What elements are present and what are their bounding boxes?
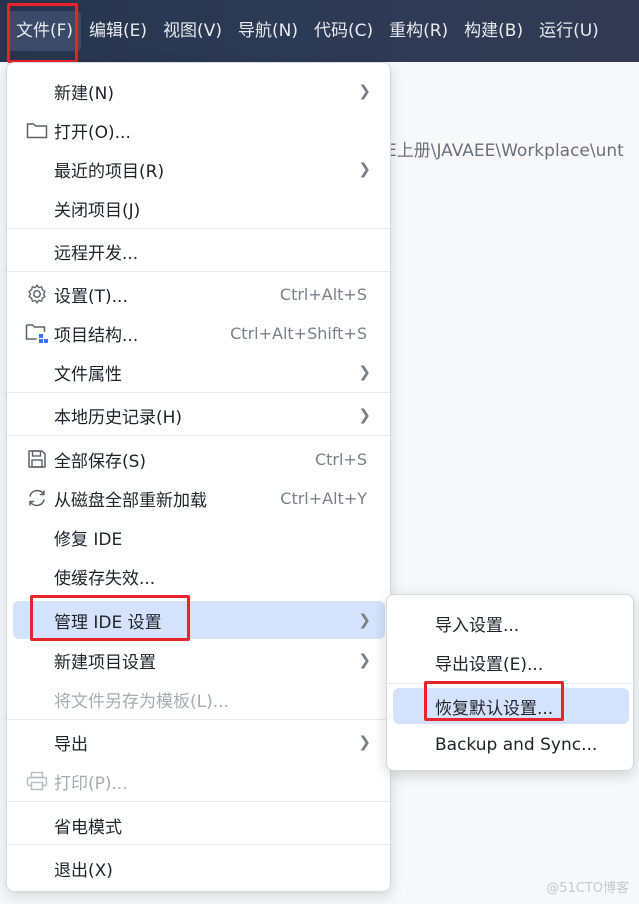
chevron-right-icon: ❯ [358, 406, 371, 424]
submenu-item-export-settings[interactable]: 导出设置(E)... [393, 644, 629, 680]
shortcut-label: Ctrl+Alt+Y [280, 488, 367, 508]
shortcut-label: Ctrl+Alt+S [279, 284, 367, 304]
menu-item-label: 本地历史记录(H) [54, 407, 183, 428]
chevron-right-icon: ❯ [358, 160, 371, 178]
menu-item-label: 新建(N) [54, 83, 114, 104]
chevron-right-icon: ❯ [358, 363, 371, 381]
menu-item-label: 使缓存失效... [54, 568, 156, 589]
menu-file[interactable]: 文件(F) [8, 11, 82, 51]
menu-item-close-project[interactable]: 关闭项目(J) [13, 190, 385, 226]
menu-separator [7, 392, 390, 393]
menu-item-label: 省电模式 [54, 817, 122, 838]
menu-item-project-structure[interactable]: 项目结构... Ctrl+Alt+Shift+S [13, 315, 385, 351]
menu-separator [7, 271, 390, 272]
menu-item-label: 将文件另存为模板(L)... [54, 691, 229, 712]
menu-separator [7, 844, 390, 845]
menu-item-label: 关闭项目(J) [54, 200, 141, 221]
menu-item-label: 远程开发... [54, 243, 139, 264]
main-menubar: 文件(F) 编辑(E) 视图(V) 导航(N) 代码(C) 重构(R) 构建(B… [0, 0, 639, 62]
save-icon [25, 447, 49, 471]
menu-item-new[interactable]: 新建(N) ❯ [13, 73, 385, 109]
submenu-item-import-settings[interactable]: 导入设置... [393, 605, 629, 641]
menu-item-file-properties[interactable]: 文件属性 ❯ [13, 354, 385, 390]
submenu-item-label: 导出设置(E)... [435, 654, 544, 675]
file-dropdown-menu: 新建(N) ❯ 打开(O)... 最近的项目(R) ❯ 关闭项目(J) 远程开发… [6, 62, 391, 892]
menu-item-save-all[interactable]: 全部保存(S) Ctrl+S [13, 441, 385, 477]
menu-separator [7, 719, 390, 720]
menu-item-label: 设置(T)... [54, 286, 128, 307]
submenu-item-restore-default-settings[interactable]: 恢复默认设置... [393, 688, 629, 724]
menu-item-manage-ide-settings[interactable]: 管理 IDE 设置 ❯ [13, 601, 385, 639]
menu-build[interactable]: 构建(B) [456, 11, 531, 51]
menu-item-settings[interactable]: 设置(T)... Ctrl+Alt+S [13, 276, 385, 312]
menu-item-remote-development[interactable]: 远程开发... [13, 233, 385, 269]
gear-icon [25, 282, 49, 306]
menu-item-save-as-template: 将文件另存为模板(L)... [13, 681, 385, 717]
menu-item-label: 全部保存(S) [54, 451, 147, 472]
submenu-item-label: 恢复默认设置... [435, 698, 554, 719]
menu-separator [387, 683, 633, 684]
submenu-item-backup-and-sync[interactable]: Backup and Sync... [393, 727, 629, 763]
menu-item-label: 打印(P)... [54, 773, 128, 794]
manage-ide-submenu: 导入设置... 导出设置(E)... 恢复默认设置... Backup and … [386, 594, 634, 771]
menu-item-export[interactable]: 导出 ❯ [13, 724, 385, 760]
shortcut-label: Ctrl+Alt+Shift+S [230, 323, 367, 343]
menu-item-label: 打开(O)... [54, 122, 131, 143]
menu-item-label: 文件属性 [54, 364, 122, 385]
menu-run[interactable]: 运行(U) [531, 11, 607, 51]
menu-item-print: 打印(P)... [13, 763, 385, 799]
chevron-right-icon: ❯ [358, 82, 371, 100]
menu-navigate[interactable]: 导航(N) [230, 11, 306, 51]
menu-code[interactable]: 代码(C) [306, 11, 381, 51]
printer-icon [25, 769, 49, 793]
folder-icon [25, 118, 49, 142]
menu-edit[interactable]: 编辑(E) [81, 11, 155, 51]
project-structure-icon [25, 321, 49, 345]
shortcut-label: Ctrl+S [314, 449, 367, 469]
menu-item-power-save-mode[interactable]: 省电模式 [13, 807, 385, 843]
menu-item-invalidate-caches[interactable]: 使缓存失效... [13, 558, 385, 594]
menu-refactor[interactable]: 重构(R) [381, 11, 456, 51]
menu-item-reload-from-disk[interactable]: 从磁盘全部重新加载 Ctrl+Alt+Y [13, 480, 385, 516]
menu-item-label: 退出(X) [54, 860, 113, 881]
refresh-icon [25, 486, 49, 510]
chevron-right-icon: ❯ [358, 611, 371, 629]
menu-item-repair-ide[interactable]: 修复 IDE [13, 519, 385, 555]
menu-item-label: 新建项目设置 [54, 652, 156, 673]
chevron-right-icon: ❯ [358, 733, 371, 751]
menu-item-label: 项目结构... [54, 325, 139, 346]
menu-item-local-history[interactable]: 本地历史记录(H) ❯ [13, 397, 385, 433]
menu-item-new-project-settings[interactable]: 新建项目设置 ❯ [13, 642, 385, 678]
menu-separator [7, 801, 390, 802]
menu-item-label: 修复 IDE [54, 529, 123, 550]
menu-item-exit[interactable]: 退出(X) [13, 850, 385, 886]
menu-item-label: 从磁盘全部重新加载 [54, 490, 207, 511]
watermark: @51CTO博客 [546, 881, 629, 896]
menu-view[interactable]: 视图(V) [155, 11, 230, 51]
menu-item-label: 导出 [54, 734, 88, 755]
submenu-item-label: Backup and Sync... [435, 735, 598, 755]
menu-item-open[interactable]: 打开(O)... [13, 112, 385, 148]
menu-separator [7, 435, 390, 436]
menu-separator [7, 228, 390, 229]
menu-item-recent-projects[interactable]: 最近的项目(R) ❯ [13, 151, 385, 187]
project-path-text: E上册\JAVAEE\Workplace\unt [386, 141, 624, 161]
chevron-right-icon: ❯ [358, 651, 371, 669]
submenu-item-label: 导入设置... [435, 615, 520, 636]
menu-item-label: 最近的项目(R) [54, 161, 165, 182]
menu-item-label: 管理 IDE 设置 [54, 612, 162, 633]
